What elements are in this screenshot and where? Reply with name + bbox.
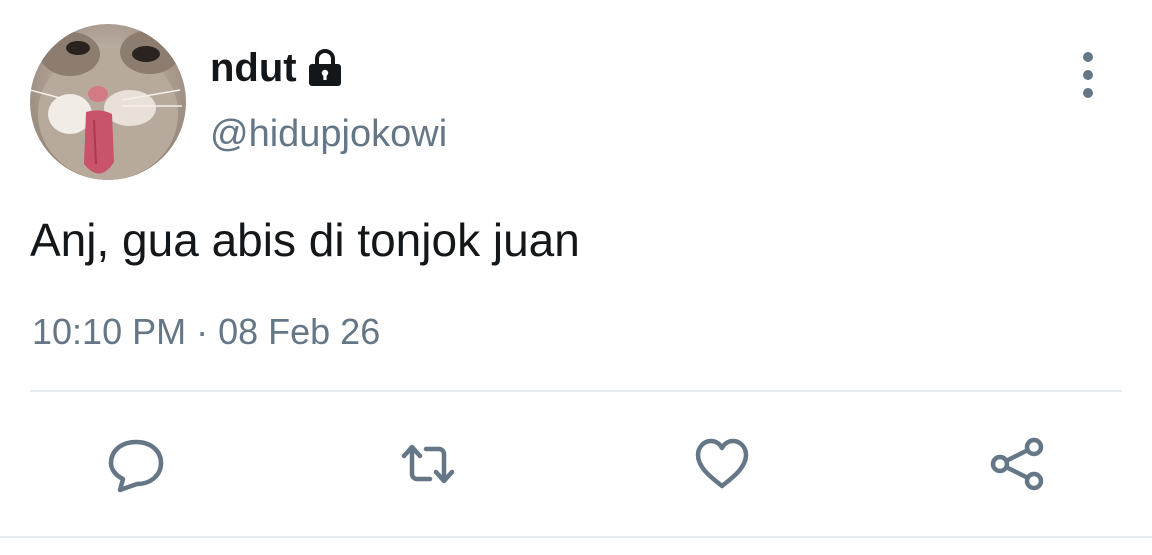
reply-icon [108, 439, 164, 493]
more-vertical-icon-dot [1083, 88, 1093, 98]
tweet-time: 10:10 PM [32, 311, 187, 352]
cat-avatar-image [30, 30, 182, 180]
display-name[interactable]: ndut [210, 44, 345, 92]
display-name-text: ndut [210, 46, 297, 90]
user-handle[interactable]: @hidupjokowi [210, 110, 447, 158]
more-options-button[interactable] [1070, 52, 1106, 98]
meta-separator: · [186, 311, 219, 352]
share-icon [990, 437, 1044, 491]
more-vertical-icon-dot [1083, 52, 1093, 62]
tweet-date: 08 Feb 26 [218, 311, 381, 352]
tweet-text: Anj, gua abis di tonjok juan [30, 214, 580, 266]
heart-icon [695, 438, 749, 489]
tweet-card: ndut @hidupjokowi Anj, gua abis di tonjo… [0, 0, 1152, 555]
lock-icon [305, 48, 345, 88]
more-vertical-icon-dot [1083, 70, 1093, 80]
retweet-button[interactable] [396, 432, 460, 496]
retweet-icon [401, 444, 455, 484]
reply-button[interactable] [104, 432, 168, 496]
share-button[interactable] [986, 432, 1050, 496]
divider [30, 390, 1122, 392]
like-button[interactable] [690, 432, 754, 496]
tweet-timestamp[interactable]: 10:10 PM · 08 Feb 26 [32, 310, 380, 354]
avatar[interactable] [30, 24, 186, 180]
bottom-divider [0, 536, 1152, 538]
